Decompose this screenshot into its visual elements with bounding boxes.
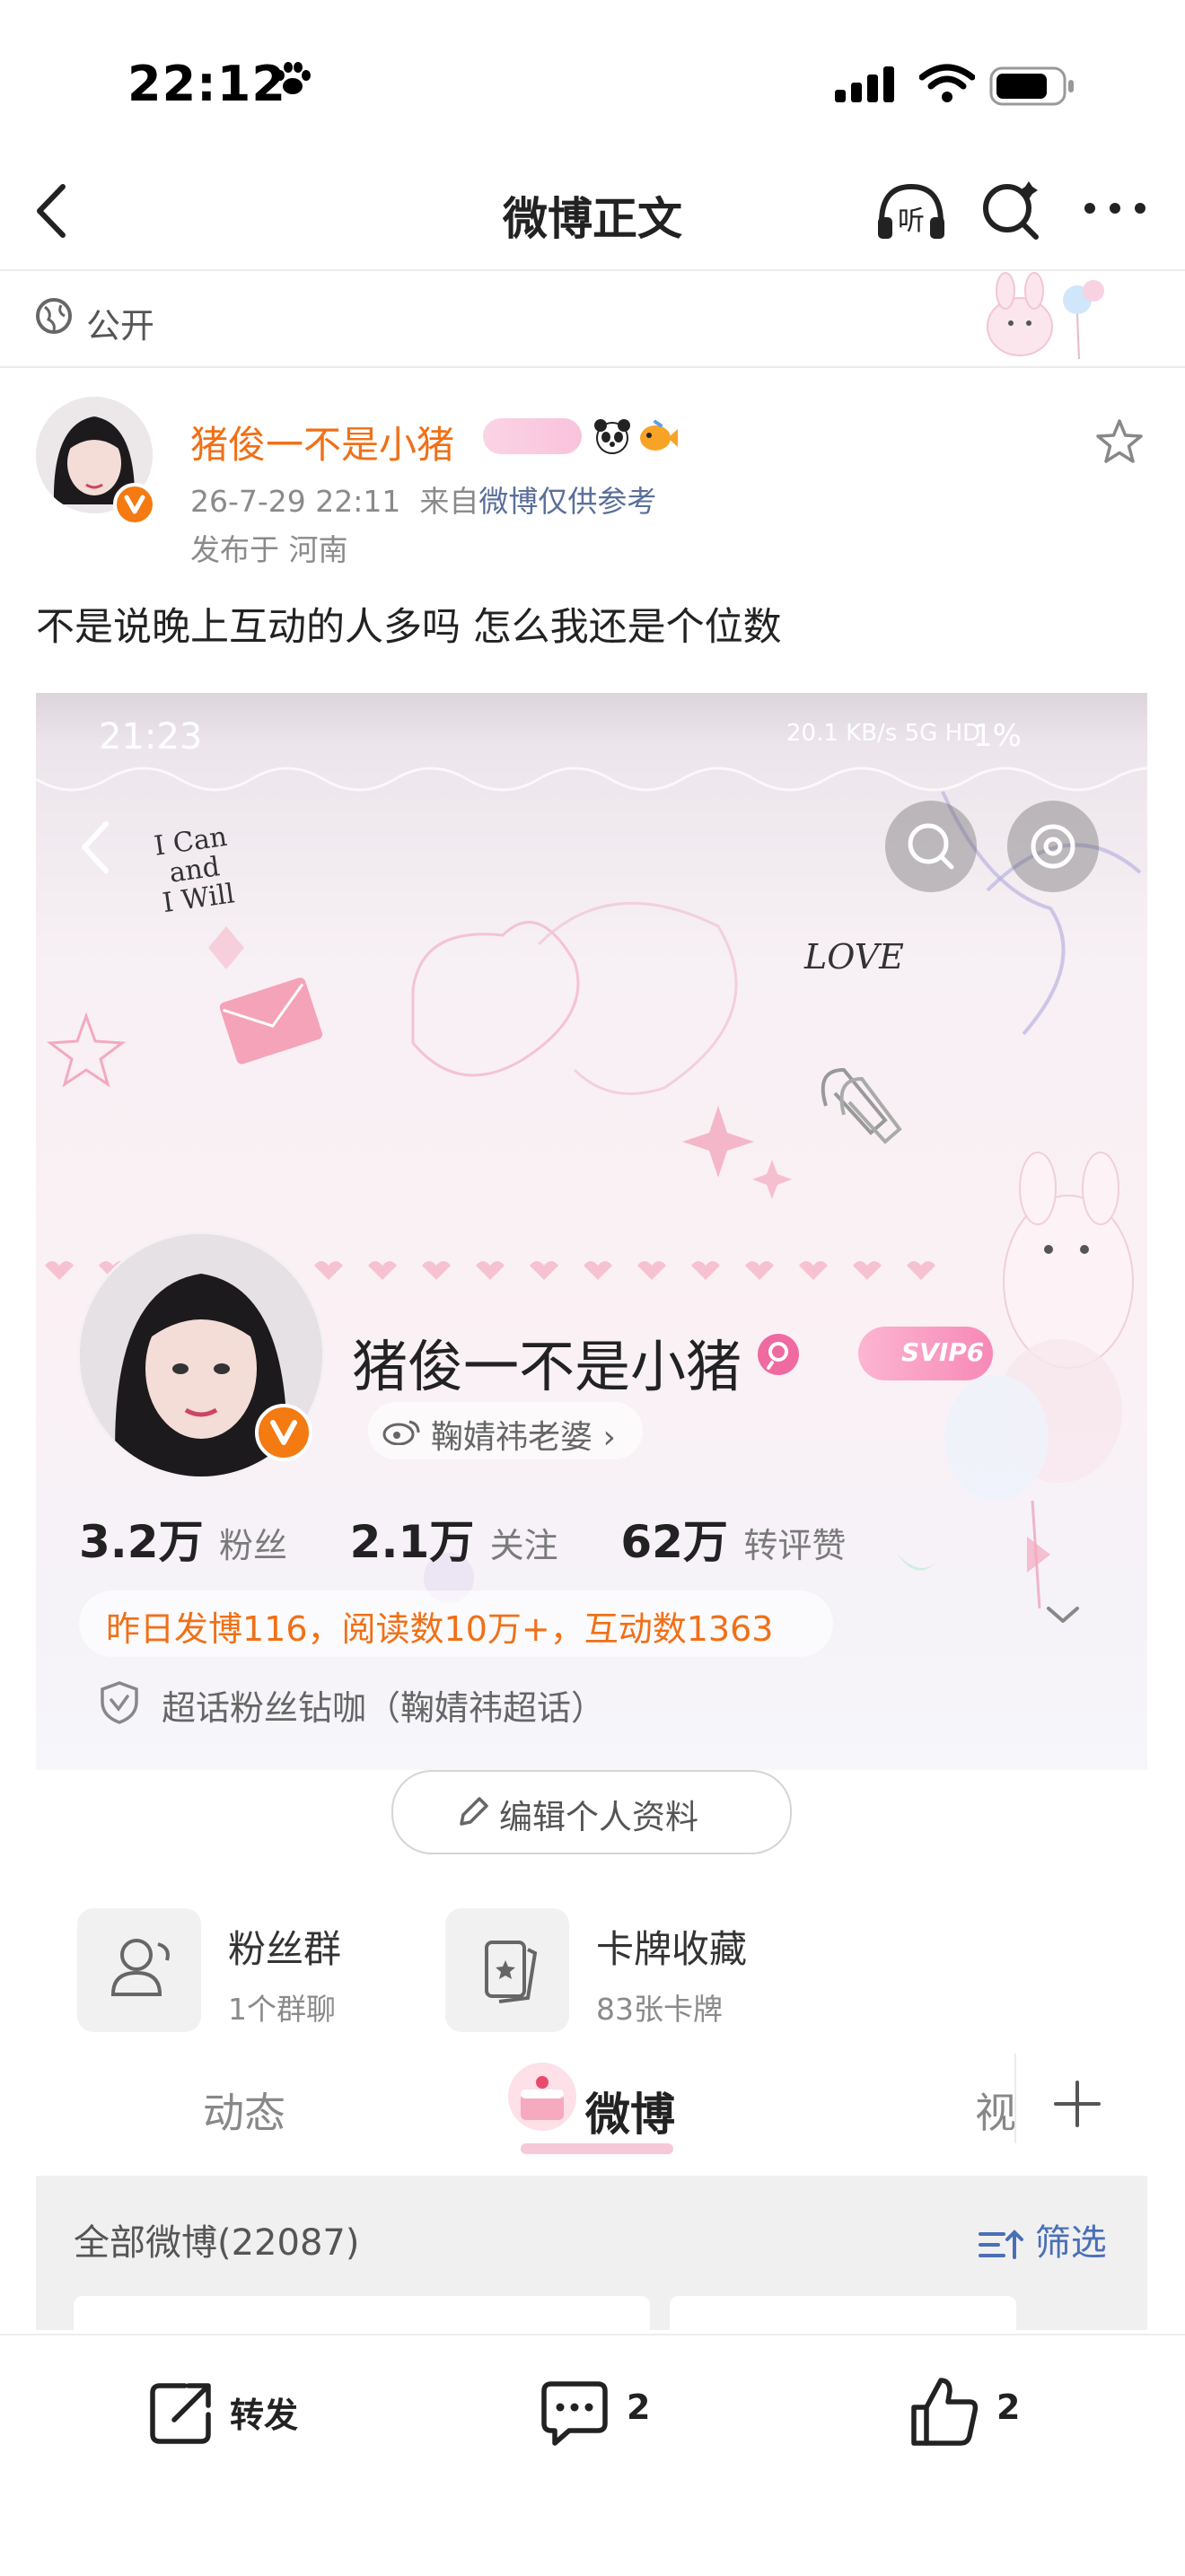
post-text: 不是说晚上互动的人多吗 怎么我还是个位数 [36,605,782,650]
filter-chip [670,2296,1016,2330]
comment-icon[interactable] [539,2379,610,2450]
screenshot-svip-badge: SVIP6 [858,1327,993,1380]
stat-interact-value: 62万 [620,1516,728,1568]
screenshot-search-icon [885,801,977,892]
screenshot-network-status: 20.1 KB/s 5G HD [786,720,981,747]
female-gender-icon [758,1334,799,1375]
screenshot-filter-button: 筛选 [977,2213,1107,2265]
verified-badge-icon [113,483,156,526]
screenshot-tab-video: 视 [975,2089,1016,2137]
battery-icon [989,66,1074,106]
fans-group-title: 粉丝群 [228,1927,342,1971]
tab-active-indicator [521,2143,673,2154]
card-collection-tile-icon [445,1908,569,2032]
filter-icon [979,2230,1023,2259]
stat-fans-label: 粉丝 [219,1526,288,1565]
screenshot-supertopic-text: 鞠婧祎老婆 › [431,1419,616,1456]
fans-group-tile-icon [77,1908,201,2032]
paw-icon [276,62,311,94]
screenshot-profile-name: 猪俊一不是小猪 [352,1334,742,1399]
post-location: 发布于 河南 [190,532,348,567]
wifi-icon [919,64,975,102]
tab-divider [1014,2054,1016,2143]
screenshot-yesterday-text: 昨日发博116，阅读数10万+，互动数1363 [106,1609,774,1649]
like-count[interactable]: 2 [996,2388,1020,2427]
screenshot-back-icon [82,821,109,873]
signal-icon [835,66,894,102]
weibo-logo-icon [382,1420,420,1445]
chevron-down-icon [1047,1607,1079,1623]
bottom-action-bar [0,2334,1185,2576]
filter-chip [74,2296,356,2330]
favorite-star-icon[interactable] [1095,418,1144,465]
author-name[interactable]: 猪俊一不是小猪 [190,415,454,469]
search-icon[interactable] [980,180,1043,242]
more-options-icon[interactable] [1083,199,1147,217]
panda-icon [594,419,630,454]
post-image[interactable]: 21:23 20.1 KB/s 5G HD 1% I Can and I Wil… [36,693,1147,2330]
post-source-prefix: 来自 [419,484,479,519]
divider [0,366,1185,368]
repost-button[interactable]: 转发 [230,2388,298,2437]
screenshot-battery: 1% [973,718,1022,754]
repost-share-icon[interactable] [147,2379,215,2447]
headphones-listen-icon[interactable]: 听 [874,180,948,242]
bunny-sticker-decoration [987,272,1104,360]
visibility-label: 公开 [86,306,155,346]
filter-chip [339,2296,650,2330]
screenshot-tab-weibo: 微博 [585,2089,675,2141]
fish-icon [640,420,678,451]
deco-text-icanwill: I Can and I Will [152,820,237,920]
card-collection-sub: 83张卡牌 [596,1992,723,2027]
globe-icon [36,298,72,334]
thumbs-up-like-icon[interactable] [908,2375,980,2449]
post-date: 26-7-29 22:11 [190,484,401,519]
card-collection-title: 卡牌收藏 [596,1927,748,1971]
screenshot-status-time: 21:23 [99,716,203,758]
fans-group-sub: 1个群聊 [228,1992,336,2027]
edit-profile-text: 编辑个人资料 [499,1798,698,1836]
deco-text-love: LOVE [804,937,904,977]
stat-follow-value: 2.1万 [349,1516,475,1568]
stat-interact-label: 转评赞 [743,1526,847,1565]
screenshot-verified-badge-icon [255,1404,312,1461]
screenshot-settings-gear-icon [1007,801,1099,892]
screenshot-edit-profile-label: 编辑个人资料 [436,1790,698,1838]
cake-icon [508,2063,576,2131]
filter-label: 筛选 [1034,2222,1107,2264]
post-source-link[interactable]: 微博仅供参考 [478,484,656,519]
screenshot-filter-all: 全部微博(22087) [74,2222,360,2264]
plus-icon [1054,2081,1101,2127]
post-meta: 26-7-29 22:11 来自微博仅供参考 [190,478,656,521]
stat-fans-value: 3.2万 [79,1516,204,1568]
status-time: 22:12 [127,56,286,112]
comment-count[interactable]: 2 [627,2388,650,2427]
svg-text:听: 听 [898,206,925,237]
svip-badge-icon [483,418,582,454]
svip-level-label: SVIP6 [901,1337,985,1367]
screenshot-tab-dynamic: 动态 [203,2089,285,2137]
shield-icon [101,1681,138,1724]
screenshot-stats-row: 3.2万 粉丝 2.1万 关注 62万 转评赞 [79,1506,846,1571]
stat-follow-label: 关注 [489,1526,558,1565]
screenshot-chaohua-text: 超话粉丝钻咖（鞠婧祎超话） [162,1688,606,1728]
